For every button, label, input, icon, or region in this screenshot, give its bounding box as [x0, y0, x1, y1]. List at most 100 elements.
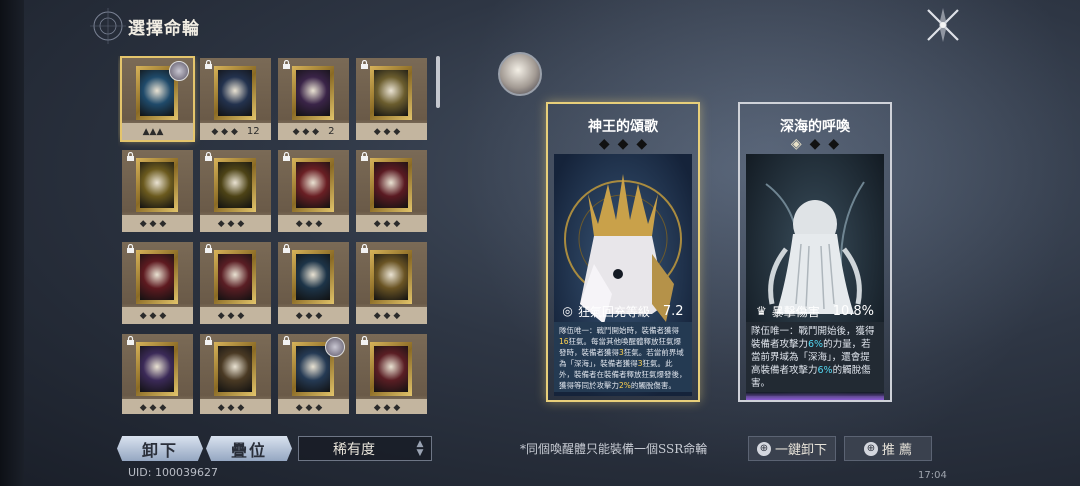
star-row: ◆ ◆ ◆ [373, 310, 401, 321]
fate-wheel-card[interactable]: ◆ ◆ ◆ 12 [200, 58, 271, 140]
star-row: ◆ ◆ ◆ [139, 402, 167, 413]
fate-wheel-card[interactable]: ◆ ◆ ◆ [278, 150, 349, 232]
vial-icon [140, 254, 174, 300]
star-row: ◆ ◆ ◆ [211, 126, 238, 137]
stat-value: 7.2 [662, 303, 684, 319]
fate-wheel-card[interactable]: ◆ ◆ ◆ [122, 150, 193, 232]
card-stars: ◆ ◆ ◆ [356, 215, 427, 232]
fate-wheel-card[interactable]: ◆ ◆ ◆ [200, 150, 271, 232]
fate-wheel-card[interactable]: ◆ ◆ ◆ [122, 242, 193, 324]
card-frame [370, 66, 412, 120]
card-count: 12 [246, 126, 260, 137]
unequip-all-label: 一鍵卸下 [774, 443, 827, 458]
eye-icon [140, 346, 174, 392]
fate-wheel-grid: ▲▲▲ ◆ ◆ ◆ 12 ◆ ◆ ◆ 2 ◆ ◆ ◆ ◆ ◆ ◆ ◆ ◆ ◆ ◆ ◆ ◆ ◆ ◆ … [118, 56, 430, 414]
uid-label: UID: 100039627 [128, 466, 218, 479]
card-stars: ◆ ◆ ◆ [122, 215, 193, 232]
lock-icon [127, 244, 134, 253]
lock-icon [205, 244, 212, 253]
character-avatar[interactable] [498, 52, 542, 96]
unequip-button[interactable]: 卸下 [117, 436, 203, 461]
lock-icon [361, 152, 368, 161]
description-text: 6% [817, 365, 833, 376]
card-description: 隊伍唯一：戰鬥開始後，獲得裝備者攻擊力6%的力量，若當前界域為「深海」，還會提高… [746, 322, 884, 392]
lock-icon [205, 152, 212, 161]
card-stat: ♛ 暴擊傷害 10.8% [746, 302, 884, 320]
stack-button[interactable]: 疊位 [206, 436, 292, 461]
ssr-note: *同個喚醒體只能裝備一個SSR命輪 [520, 442, 708, 456]
card-stars: ◆ ◆ ◆ [200, 399, 271, 414]
star-row: ◆ ◆ ◆ [295, 402, 323, 413]
card-count: 2 [328, 126, 335, 137]
rarity-sort-dropdown[interactable]: 稀有度 ▲ ▼ [298, 436, 432, 461]
lock-icon [283, 60, 290, 69]
card-frame [292, 250, 334, 304]
card-frame [292, 66, 334, 120]
lily-icon [374, 254, 408, 300]
star-row: ◆ ◆ ◆ [139, 310, 167, 321]
star-row: ◆ ◆ ◆ [295, 310, 323, 321]
card-stars: ◆ ◆ ◆ [356, 307, 427, 324]
fate-wheel-card[interactable]: ◆ ◆ ◆ [356, 58, 427, 140]
lock-icon [205, 60, 212, 69]
star-row: ◆ ◆ ◆ [217, 402, 245, 413]
description-text: 2% [619, 381, 631, 390]
mask-icon [296, 70, 330, 116]
star-row: ◆ ◆ ◆ [295, 218, 323, 229]
card-frame [136, 342, 178, 396]
card-frame [136, 158, 178, 212]
jester-icon [296, 162, 330, 208]
lock-icon [283, 336, 290, 345]
recommend-label: 推 薦 [881, 443, 913, 458]
page-title: 選擇命輪 [128, 19, 200, 39]
card-name: 深海的呼喚 [780, 119, 850, 135]
card-stars: ◆ ◆ ◆ 2 [278, 123, 349, 140]
card-stars: ◆ ◆ ◆ [598, 136, 648, 152]
fate-wheel-card[interactable]: ◆ ◆ ◆ [278, 242, 349, 324]
fate-wheel-card[interactable]: ◆ ◆ ◆ [278, 334, 349, 414]
card-stars: ◆ ◆ ◆ [122, 399, 193, 414]
star-row: ◆ ◆ ◆ [373, 126, 401, 137]
equipped-by-avatar [325, 337, 345, 357]
fate-wheel-card[interactable]: ◆ ◆ ◆ [200, 242, 271, 324]
card-frame [370, 158, 412, 212]
spears-icon [218, 162, 252, 208]
equipped-by-avatar [169, 61, 189, 81]
unequip-all-button[interactable]: ⊕ 一鍵卸下 [748, 436, 836, 461]
card-stars: ◆ ◆ ◆ [278, 307, 349, 324]
fate-wheel-card[interactable]: ◆ ◆ ◆ [356, 150, 427, 232]
teacup-icon [218, 346, 252, 392]
horse-icon [140, 162, 174, 208]
card-stars: ◆ ◆ ◆ [356, 123, 427, 140]
lock-icon [205, 336, 212, 345]
equipped-card-2[interactable]: 深海的呼喚 ◈ ◆ ◆ ♛ 暴擊傷害 10.8% 隊伍唯一：戰鬥開始後，獲得裝備者攻… [738, 102, 892, 402]
card-frame [214, 66, 256, 120]
close-icon[interactable] [920, 6, 966, 44]
lady-portrait-icon [218, 70, 252, 116]
card-frame [214, 158, 256, 212]
star-row: ◆ ◆ ◆ [139, 218, 167, 229]
rarity-label: 稀有度 [333, 441, 375, 458]
fate-wheel-card[interactable]: ◆ ◆ ◆ 2 [278, 58, 349, 140]
star-row: ◆ ◆ ◆ [217, 218, 245, 229]
card-stars: ◆ ◆ ◆ 12 [200, 123, 271, 140]
fate-wheel-card[interactable]: ◆ ◆ ◆ [200, 334, 271, 414]
recommend-button[interactable]: ⊕ 推 薦 [844, 436, 932, 461]
fate-wheel-card[interactable]: ▲▲▲ [120, 56, 195, 142]
fate-wheel-card[interactable]: ◆ ◆ ◆ [356, 242, 427, 324]
card-frame [370, 250, 412, 304]
card-stars: ◆ ◆ ◆ [200, 215, 271, 232]
white-figure-icon [140, 70, 174, 116]
card-frame [370, 342, 412, 396]
equipped-card-1[interactable]: 神王的頌歌 ◆ ◆ ◆ ◎ 狂氣回充等級 7.2 隊伍唯一：戰鬥開始時，裝備者獲得 1… [546, 102, 700, 402]
sort-arrows-icon: ▲ ▼ [416, 438, 424, 458]
star-row: ◆ ◆ ◆ [373, 218, 401, 229]
grid-scrollbar[interactable] [436, 56, 440, 108]
description-text: 的觸脫傷害。 [630, 381, 676, 390]
clock: 17:04 [918, 470, 947, 481]
lock-icon [361, 244, 368, 253]
wheel-icon [296, 254, 330, 300]
fate-wheel-card[interactable]: ◆ ◆ ◆ [356, 334, 427, 414]
description-text: 16 [559, 337, 569, 346]
fate-wheel-card[interactable]: ◆ ◆ ◆ [122, 334, 193, 414]
